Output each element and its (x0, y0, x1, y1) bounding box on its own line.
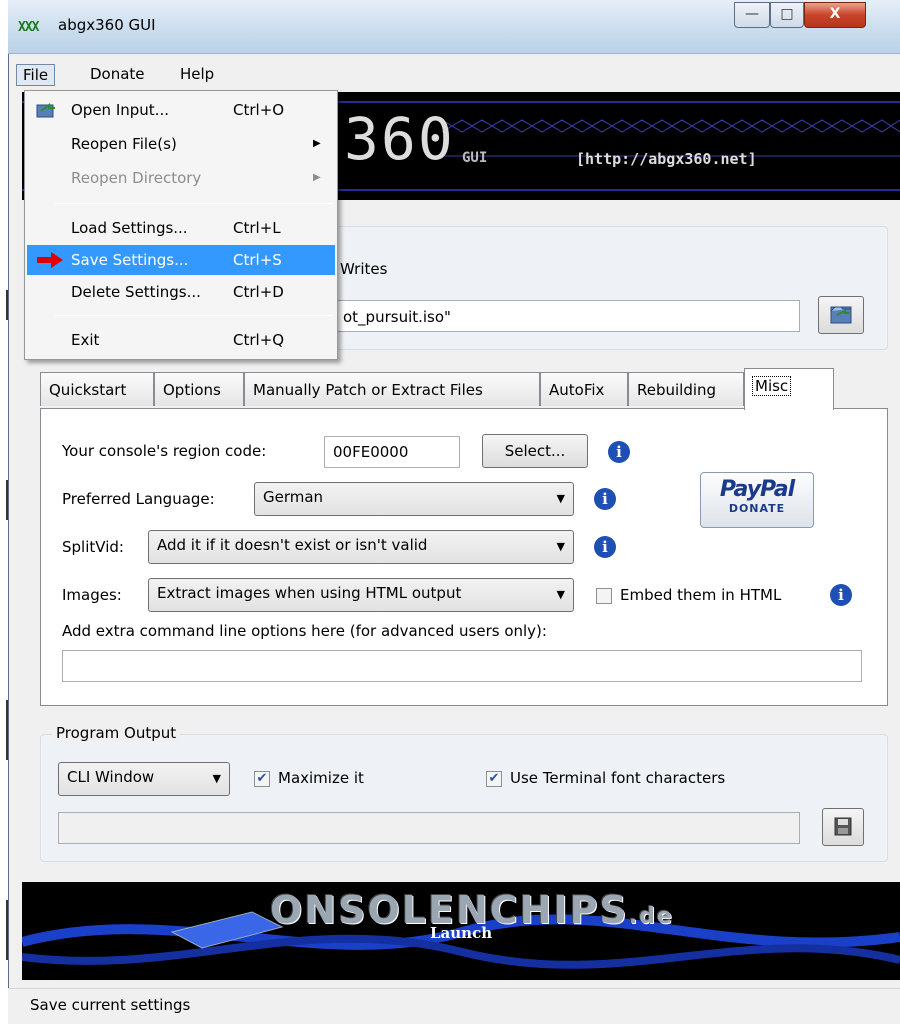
chevron-down-icon: ▼ (556, 540, 565, 553)
paypal-donate-label: DONATE (728, 502, 786, 515)
menu-item-open-input[interactable]: Open Input... Ctrl+O (27, 95, 335, 125)
embed-html-label: Embed them in HTML (620, 586, 782, 604)
banner-url[interactable]: [http://abgx360.net] (576, 150, 757, 168)
minimize-button[interactable]: — (734, 2, 770, 28)
chevron-down-icon: ▼ (556, 492, 565, 505)
menu-item-load-settings[interactable]: Load Settings... Ctrl+L (27, 213, 335, 243)
menu-item-label: Open Input... (71, 101, 169, 119)
output-mode-select[interactable]: CLI Window ▼ (58, 762, 230, 796)
menu-item-shortcut: Ctrl+S (233, 251, 282, 269)
menu-file[interactable]: File (16, 64, 56, 86)
info-icon[interactable]: i (830, 584, 852, 606)
tab-options[interactable]: Options (154, 372, 244, 406)
menu-item-reopen-directory: Reopen Directory ▶ (27, 163, 335, 193)
splitvid-label: SplitVid: (62, 538, 124, 556)
embed-html-checkbox[interactable] (596, 588, 612, 604)
splitvid-select[interactable]: Add it if it doesn't exist or isn't vali… (148, 530, 574, 564)
tab-misc-label: Misc (751, 376, 792, 396)
background-window-edge (0, 0, 8, 1024)
extra-options-input[interactable] (62, 650, 862, 682)
folder-open-icon (830, 306, 852, 324)
paypal-donate-button[interactable]: PayPal DONATE (700, 472, 814, 528)
terminal-font-checkbox[interactable]: ✔ (486, 771, 502, 787)
tab-manually-patch[interactable]: Manually Patch or Extract Files (244, 372, 540, 406)
tab-rebuilding[interactable]: Rebuilding (628, 372, 744, 406)
menu-item-label: Reopen Directory (71, 169, 202, 187)
language-value: German (263, 488, 324, 506)
maximize-button[interactable]: □ (770, 2, 804, 28)
images-label: Images: (62, 586, 122, 604)
output-path-input[interactable] (58, 812, 800, 844)
menu-separator (55, 203, 333, 204)
extra-options-label: Add extra command line options here (for… (62, 622, 547, 640)
window-title: abgx360 GUI (58, 16, 156, 34)
region-code-label: Your console's region code: (62, 442, 267, 460)
menu-item-save-settings[interactable]: Save Settings... Ctrl+S (27, 245, 335, 275)
banner-logo-text: 360 (344, 105, 455, 173)
splitvid-value: Add it if it doesn't exist or isn't vali… (157, 536, 428, 554)
region-code-input[interactable]: 00FE0000 (324, 436, 460, 468)
menu-help[interactable]: Help (174, 64, 220, 86)
file-menu-dropdown: Open Input... Ctrl+O Reopen File(s) ▶ Re… (24, 90, 338, 360)
open-input-button[interactable] (818, 296, 864, 334)
menu-item-shortcut: Ctrl+O (233, 101, 285, 119)
menu-item-shortcut: Ctrl+L (233, 219, 281, 237)
red-arrow-icon (37, 252, 63, 268)
language-label: Preferred Language: (62, 490, 215, 508)
menu-item-reopen-files[interactable]: Reopen File(s) ▶ (27, 129, 335, 159)
program-output-title: Program Output (52, 724, 181, 742)
language-select[interactable]: German ▼ (254, 482, 574, 516)
save-output-button[interactable] (822, 808, 864, 846)
folder-open-icon (36, 103, 55, 118)
tab-autofix[interactable]: AutoFix (540, 372, 628, 406)
menu-item-shortcut: Ctrl+Q (233, 331, 285, 349)
images-value: Extract images when using HTML output (157, 584, 462, 602)
writes-label: Writes (340, 260, 388, 278)
images-select[interactable]: Extract images when using HTML output ▼ (148, 578, 574, 612)
status-text: Save current settings (30, 996, 191, 1014)
paypal-logo: PayPal (719, 477, 795, 502)
menu-item-label: Exit (71, 331, 100, 349)
submenu-arrow-icon: ▶ (313, 138, 321, 149)
submenu-arrow-icon: ▶ (313, 172, 321, 183)
terminal-font-label: Use Terminal font characters (510, 769, 726, 787)
tab-misc[interactable]: Misc (744, 368, 834, 410)
chevron-down-icon: ▼ (212, 772, 221, 785)
menu-item-delete-settings[interactable]: Delete Settings... Ctrl+D (27, 277, 335, 307)
maximize-label: Maximize it (278, 769, 364, 787)
menu-item-shortcut: Ctrl+D (233, 283, 284, 301)
menu-item-label: Reopen File(s) (71, 135, 177, 153)
info-icon[interactable]: i (594, 488, 616, 510)
menu-separator (55, 315, 333, 316)
menu-item-label: Delete Settings... (71, 283, 201, 301)
launch-button[interactable]: Launch (430, 924, 492, 942)
input-file-field[interactable]: ot_pursuit.iso" (330, 300, 800, 332)
banner-gui-label: GUI (462, 150, 488, 166)
tab-quickstart[interactable]: Quickstart (40, 372, 154, 406)
floppy-disk-icon (834, 817, 852, 836)
info-icon[interactable]: i (594, 536, 616, 558)
select-region-button[interactable]: Select... (482, 434, 588, 468)
close-button[interactable]: X (804, 2, 866, 28)
app-logo-icon: XXX (18, 20, 40, 35)
maximize-checkbox[interactable]: ✔ (254, 771, 270, 787)
info-icon[interactable]: i (608, 441, 630, 463)
menu-item-label: Save Settings... (71, 251, 189, 269)
menu-donate[interactable]: Donate (84, 64, 151, 86)
footer-brand-suffix: .de (628, 904, 674, 929)
chevron-down-icon: ▼ (556, 588, 565, 601)
menu-item-label: Load Settings... (71, 219, 188, 237)
menu-item-exit[interactable]: Exit Ctrl+Q (27, 325, 335, 355)
output-mode-value: CLI Window (67, 768, 155, 786)
